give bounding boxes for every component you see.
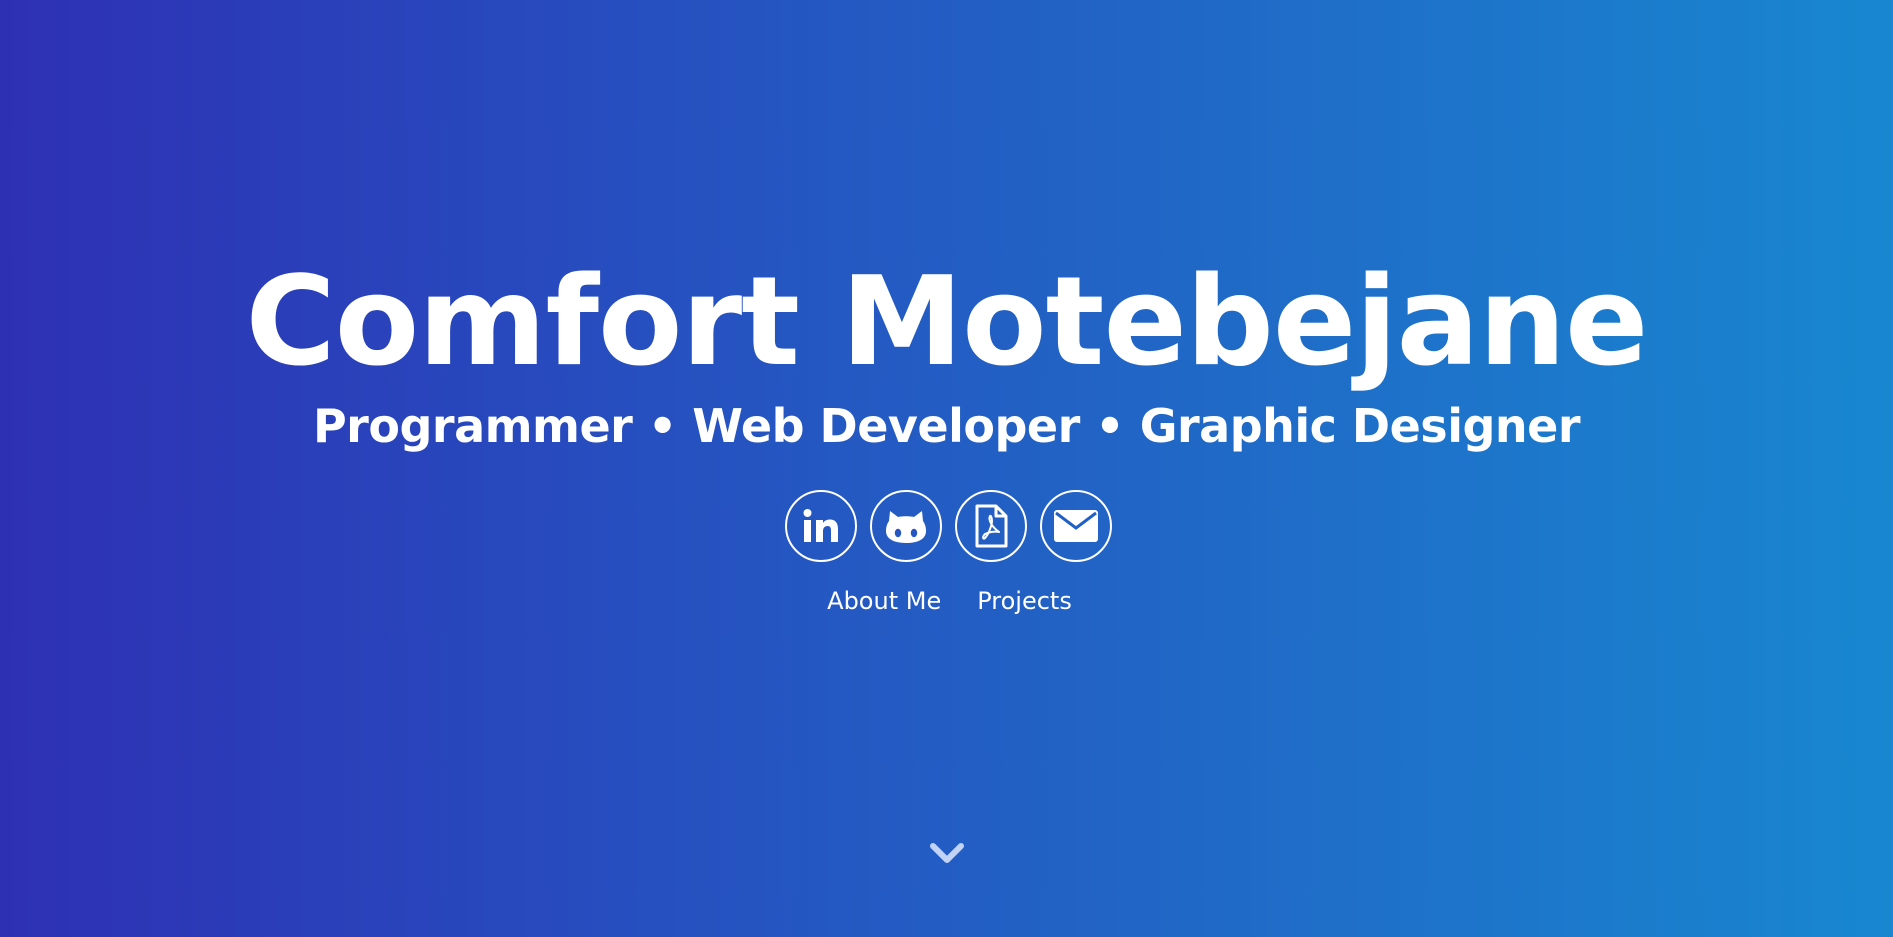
projects-link[interactable]: Projects — [971, 584, 1072, 618]
chevron-down-icon — [930, 843, 964, 863]
scroll-down-button[interactable] — [928, 838, 966, 868]
github-icon — [886, 511, 926, 543]
github-button[interactable] — [870, 490, 942, 562]
envelope-icon — [1054, 510, 1098, 542]
pdf-resume-icon — [975, 504, 1008, 548]
tagline: Programmer • Web Developer • Graphic Des… — [312, 399, 1581, 453]
linkedin-icon — [803, 509, 838, 542]
linkedin-button[interactable] — [785, 490, 857, 562]
resume-pdf-button[interactable] — [955, 490, 1027, 562]
about-me-link[interactable]: About Me — [821, 584, 941, 618]
social-links — [785, 490, 1115, 562]
email-button[interactable] — [1040, 490, 1112, 562]
hero-nav: About Me Projects — [0, 584, 1893, 618]
page-title: Comfort Motebejane — [245, 251, 1649, 394]
hero-section: Comfort Motebejane Programmer • Web Deve… — [0, 0, 1893, 937]
